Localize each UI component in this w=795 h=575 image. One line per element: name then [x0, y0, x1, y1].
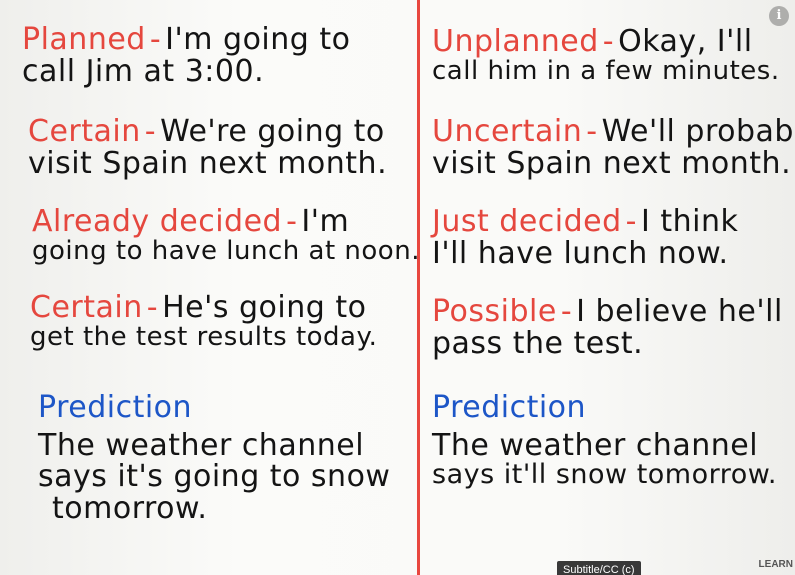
- entry-label: Unplanned: [432, 24, 599, 59]
- right-entry-prediction: Prediction The weather channel says it'l…: [432, 392, 777, 489]
- entry-text-line: I'll have lunch now.: [432, 235, 729, 271]
- entry-label: Certain: [28, 114, 141, 149]
- entry-text-line: I'm going to: [165, 22, 351, 57]
- left-entry-prediction: Prediction The weather channel says it's…: [38, 392, 390, 524]
- entry-label: Prediction: [432, 390, 587, 425]
- entry-text-line: going to have lunch at noon.: [32, 235, 420, 266]
- entry-text-line: I'm: [301, 204, 350, 239]
- entry-text-line: says it'll snow tomorrow.: [432, 459, 777, 490]
- channel-logo: LEARN: [758, 559, 793, 570]
- entry-text-line: He's going to: [162, 290, 367, 325]
- entry-text-line: visit Spain next month.: [28, 145, 388, 181]
- entry-text-line: says it's going to snow: [38, 459, 391, 494]
- entry-label: Certain: [30, 290, 143, 325]
- right-entry-uncertain: Uncertain-We'll probably visit Spain nex…: [432, 116, 795, 179]
- left-entry-already-decided: Already decided - I'm going to have lunch …: [32, 204, 420, 266]
- entry-text-line: The weather channel: [38, 427, 365, 463]
- entry-label: Prediction: [38, 390, 193, 425]
- entry-text-line: call him in a few minutes.: [432, 55, 780, 86]
- entry-label: Possible: [432, 294, 557, 329]
- entry-label: Just decided: [432, 204, 622, 239]
- subtitle-cc-button[interactable]: Subtitle/CC (c): [557, 561, 641, 575]
- right-entry-unplanned: Unplanned - Okay, I'll call him in a few m…: [432, 24, 780, 86]
- entry-text-line: visit Spain next month.: [432, 145, 792, 181]
- entry-text-line: call Jim at 3:00.: [22, 53, 265, 89]
- entry-label: Planned: [22, 22, 146, 57]
- entry-text-line: get the test results today.: [30, 321, 378, 352]
- right-entry-possible: Possible - I believe he'll pass the test.: [432, 294, 783, 361]
- entry-text-line: Okay, I'll: [618, 24, 753, 59]
- red-divider-line: [417, 0, 420, 575]
- entry-label: Already decided: [32, 204, 283, 239]
- whiteboard: Planned - I'm going to call Jim at 3:00. C…: [0, 0, 795, 575]
- right-entry-just-decided: Just decided - I think I'll have lunch now…: [432, 204, 739, 271]
- left-entry-certain: Certain - We're going to visit Spain next …: [28, 114, 388, 181]
- entry-text-line: I believe he'll: [576, 294, 783, 329]
- entry-text-line: tomorrow.: [52, 490, 208, 526]
- info-icon[interactable]: i: [769, 6, 789, 26]
- entry-text-line: I think: [641, 204, 739, 239]
- entry-text-line: We're going to: [160, 114, 385, 149]
- left-entry-planned: Planned - I'm going to call Jim at 3:00.: [22, 22, 351, 89]
- left-entry-certain-2: Certain - He's going to get the test resul…: [30, 290, 378, 352]
- entry-text-line: The weather channel: [432, 427, 759, 463]
- entry-text-line: We'll probably: [601, 114, 795, 149]
- entry-label: Uncertain: [432, 114, 583, 149]
- entry-text-line: pass the test.: [432, 325, 644, 361]
